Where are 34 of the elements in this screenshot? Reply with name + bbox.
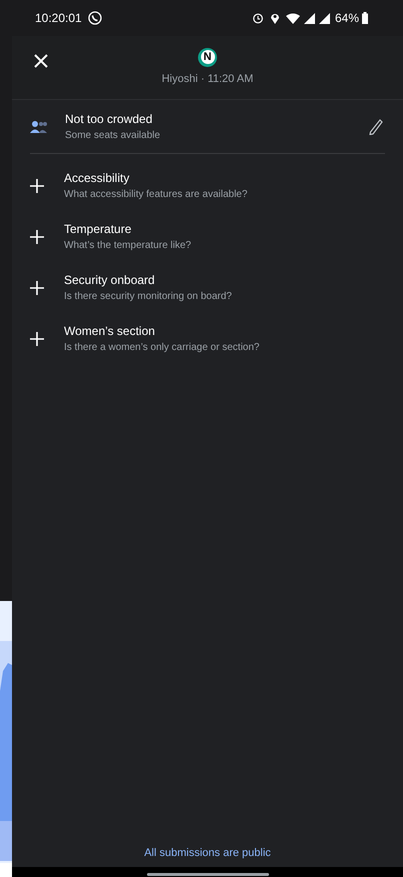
question-title: Women’s section bbox=[64, 323, 156, 340]
question-item[interactable]: Women’s section Is there a women’s only carriage or section? bbox=[30, 313, 385, 364]
question-subtitle: What’s the temperature like? bbox=[64, 239, 192, 253]
question-item[interactable]: Temperature What’s the temperature like? bbox=[30, 211, 385, 262]
question-title: Accessibility bbox=[64, 170, 130, 187]
wifi-icon bbox=[286, 12, 300, 24]
plus-icon bbox=[30, 178, 44, 192]
status-time: 10:20:01 bbox=[35, 10, 82, 27]
people-icon bbox=[30, 120, 48, 132]
question-subtitle: Is there a women’s only carriage or section? bbox=[64, 341, 260, 355]
crowding-subtitle: Some seats available bbox=[65, 129, 162, 143]
battery-icon bbox=[362, 12, 368, 24]
battery-level: 64% bbox=[334, 10, 359, 27]
edit-button[interactable] bbox=[369, 118, 385, 134]
phone-icon bbox=[88, 11, 102, 25]
question-subtitle: Is there security monitoring on board? bbox=[64, 290, 232, 304]
close-icon bbox=[34, 54, 48, 68]
question-item[interactable]: Accessibility What accessibility features are available? bbox=[30, 160, 385, 211]
plus-icon bbox=[30, 332, 44, 346]
question-title: Temperature bbox=[64, 221, 132, 238]
alarm-icon bbox=[252, 12, 264, 24]
plus-icon bbox=[30, 280, 44, 294]
plus-icon bbox=[30, 230, 44, 244]
location-icon bbox=[270, 12, 280, 24]
crowding-title: Not too crowded bbox=[65, 111, 154, 128]
question-item[interactable]: Security onboard Is there security monitoring on board? bbox=[30, 262, 385, 313]
route-subtitle: Hiyoshi · 11:20 AM bbox=[162, 72, 254, 87]
line-logo: N bbox=[198, 48, 217, 67]
signal-icon bbox=[318, 12, 330, 24]
signal-icon bbox=[304, 12, 315, 24]
question-subtitle: What accessibility features are available? bbox=[64, 188, 248, 202]
public-notice: All submissions are public bbox=[143, 846, 272, 861]
question-title: Security onboard bbox=[64, 272, 156, 289]
pencil-icon bbox=[369, 118, 383, 134]
